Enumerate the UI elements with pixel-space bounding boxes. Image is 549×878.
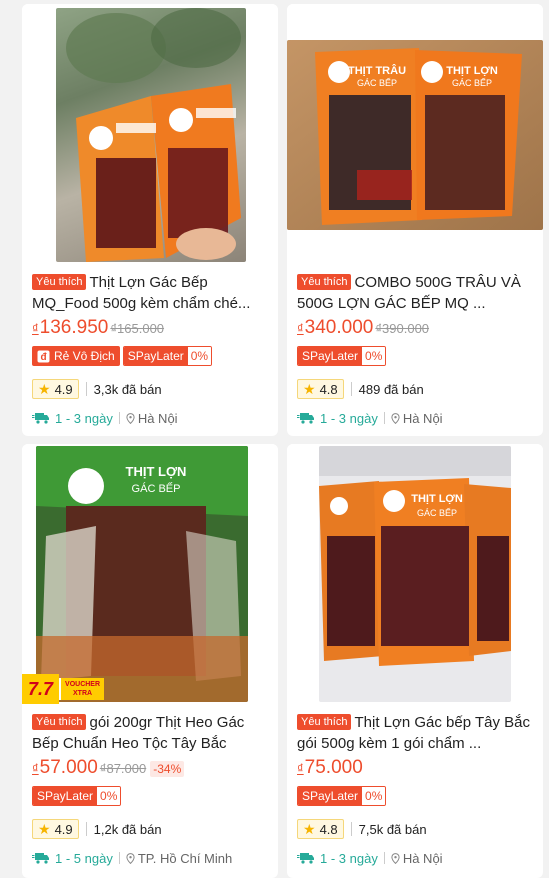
voucher-xtra: VOUCHER XTRA xyxy=(59,678,105,700)
product-photo xyxy=(66,8,241,262)
delivery-time: 1 - 3 ngày xyxy=(32,411,113,426)
svg-text:THỊT LỢN: THỊT LỢN xyxy=(411,493,463,505)
favorite-tag: Yêu thích xyxy=(32,274,87,290)
product-title[interactable]: Yêu thích Thịt Lợn Gác bếp Tây Bắc gói 50… xyxy=(297,712,535,754)
original-price: ₫87.000 xyxy=(99,761,147,776)
sold-count: 1,2k đã bán xyxy=(93,821,162,837)
location-pin-icon xyxy=(126,412,135,424)
rating-badge: ★ 4.9 xyxy=(32,819,79,839)
discount-badge: -34% xyxy=(150,761,185,777)
badges: SPayLater 0% xyxy=(297,346,387,368)
spaylater-badge: SPayLater 0% xyxy=(122,346,213,366)
location: TP. Hồ Chí Minh xyxy=(126,851,232,866)
price-row: ₫136.950 ₫165.000 xyxy=(32,317,164,343)
promo-banner: 7.7 VOUCHER XTRA xyxy=(22,674,105,704)
spaylater-badge: SPayLater 0% xyxy=(297,786,387,806)
product-photo: THỊT LỢN GÁC BẾP xyxy=(319,446,511,702)
badges: SPayLater 0% xyxy=(32,786,122,808)
product-card[interactable]: THỊT TRÂU GÁC BẾP THỊT LỢN GÁC BẾP Yêu t… xyxy=(287,4,543,436)
current-price: ₫75.000 xyxy=(297,757,363,778)
shipping-row: 1 - 3 ngày Hà Nội xyxy=(297,408,443,428)
svg-text:GÁC BẾP: GÁC BẾP xyxy=(132,482,181,495)
svg-text:THỊT LỢN: THỊT LỢN xyxy=(446,65,498,77)
promo-7-7: 7.7 xyxy=(22,674,60,704)
price-row: ₫340.000 ₫390.000 xyxy=(297,317,429,343)
rating-badge: ★ 4.9 xyxy=(32,379,79,399)
cheap-icon: đ xyxy=(37,350,50,363)
shipping-row: 1 - 5 ngày TP. Hồ Chí Minh xyxy=(32,848,232,868)
product-grid: Yêu thích Thịt Lợn Gác Bếp MQ_Food 500g k… xyxy=(0,0,549,878)
truck-icon xyxy=(32,413,49,424)
rating-row: ★ 4.8 7,5k đã bán xyxy=(297,818,427,840)
delivery-time: 1 - 5 ngày xyxy=(32,851,113,866)
star-icon: ★ xyxy=(303,820,316,837)
product-image[interactable]: THỊT LỢN GÁC BẾP xyxy=(287,444,543,704)
price-row: ₫57.000 ₫87.000 -34% xyxy=(32,757,185,783)
price-row: ₫75.000 xyxy=(297,757,363,783)
product-photo: THỊT TRÂU GÁC BẾP THỊT LỢN GÁC BẾP xyxy=(287,40,543,230)
truck-icon xyxy=(297,853,314,864)
sold-count: 7,5k đã bán xyxy=(358,821,427,837)
truck-icon xyxy=(297,413,314,424)
badges: đ Rẻ Vô Địch SPayLater 0% xyxy=(32,346,213,368)
svg-text:GÁC BẾP: GÁC BẾP xyxy=(357,78,397,88)
shipping-row: 1 - 3 ngày Hà Nội xyxy=(32,408,178,428)
location-pin-icon xyxy=(126,852,135,864)
svg-text:GÁC BẾP: GÁC BẾP xyxy=(417,508,457,518)
favorite-tag: Yêu thích xyxy=(297,274,352,290)
rating-row: ★ 4.8 489 đã bán xyxy=(297,378,424,400)
product-image[interactable]: THỊT LỢN GÁC BẾP 7.7 VOUCHER XTRA xyxy=(22,444,278,704)
favorite-tag: Yêu thích xyxy=(32,714,87,730)
rating-badge: ★ 4.8 xyxy=(297,819,344,839)
location: Hà Nội xyxy=(391,851,443,866)
svg-text:THỊT LỢN: THỊT LỢN xyxy=(126,464,187,479)
product-image[interactable] xyxy=(22,4,278,264)
star-icon: ★ xyxy=(38,380,51,397)
sold-count: 489 đã bán xyxy=(358,381,424,397)
product-card[interactable]: THỊT LỢN GÁC BẾP 7.7 VOUCHER XTRA Yêu thíc… xyxy=(22,444,278,878)
original-price: ₫165.000 xyxy=(110,321,165,336)
best-price-badge: đ Rẻ Vô Địch xyxy=(32,346,120,366)
rating-badge: ★ 4.8 xyxy=(297,379,344,399)
current-price: ₫340.000 xyxy=(297,317,374,338)
truck-icon xyxy=(32,853,49,864)
product-title[interactable]: Yêu thích COMBO 500G TRÂU VÀ 500G LỢN GÁC… xyxy=(297,272,535,314)
rating-row: ★ 4.9 3,3k đã bán xyxy=(32,378,162,400)
delivery-time: 1 - 3 ngày xyxy=(297,851,378,866)
svg-text:GÁC BẾP: GÁC BẾP xyxy=(452,78,492,88)
location-pin-icon xyxy=(391,852,400,864)
product-card[interactable]: THỊT LỢN GÁC BẾP Yêu thích Thịt Lợn Gác b… xyxy=(287,444,543,878)
current-price: ₫136.950 xyxy=(32,317,109,338)
star-icon: ★ xyxy=(38,820,51,837)
spaylater-badge: SPayLater 0% xyxy=(32,786,122,806)
svg-text:đ: đ xyxy=(40,352,47,363)
spaylater-badge: SPayLater 0% xyxy=(297,346,387,366)
sold-count: 3,3k đã bán xyxy=(93,381,162,397)
location: Hà Nội xyxy=(126,411,178,426)
product-title[interactable]: Yêu thích Thịt Lợn Gác Bếp MQ_Food 500g k… xyxy=(32,272,270,314)
location: Hà Nội xyxy=(391,411,443,426)
original-price: ₫390.000 xyxy=(375,321,430,336)
product-title[interactable]: Yêu thích gói 200gr Thịt Heo Gác Bếp Chuẩ… xyxy=(32,712,270,754)
svg-text:THỊT TRÂU: THỊT TRÂU xyxy=(348,64,406,77)
shipping-row: 1 - 3 ngày Hà Nội xyxy=(297,848,443,868)
rating-row: ★ 4.9 1,2k đã bán xyxy=(32,818,162,840)
current-price: ₫57.000 xyxy=(32,757,98,778)
badges: SPayLater 0% xyxy=(297,786,387,808)
location-pin-icon xyxy=(391,412,400,424)
delivery-time: 1 - 3 ngày xyxy=(297,411,378,426)
star-icon: ★ xyxy=(303,380,316,397)
product-image[interactable]: THỊT TRÂU GÁC BẾP THỊT LỢN GÁC BẾP xyxy=(287,4,543,264)
favorite-tag: Yêu thích xyxy=(297,714,352,730)
product-card[interactable]: Yêu thích Thịt Lợn Gác Bếp MQ_Food 500g k… xyxy=(22,4,278,436)
product-photo: THỊT LỢN GÁC BẾP xyxy=(36,446,248,702)
